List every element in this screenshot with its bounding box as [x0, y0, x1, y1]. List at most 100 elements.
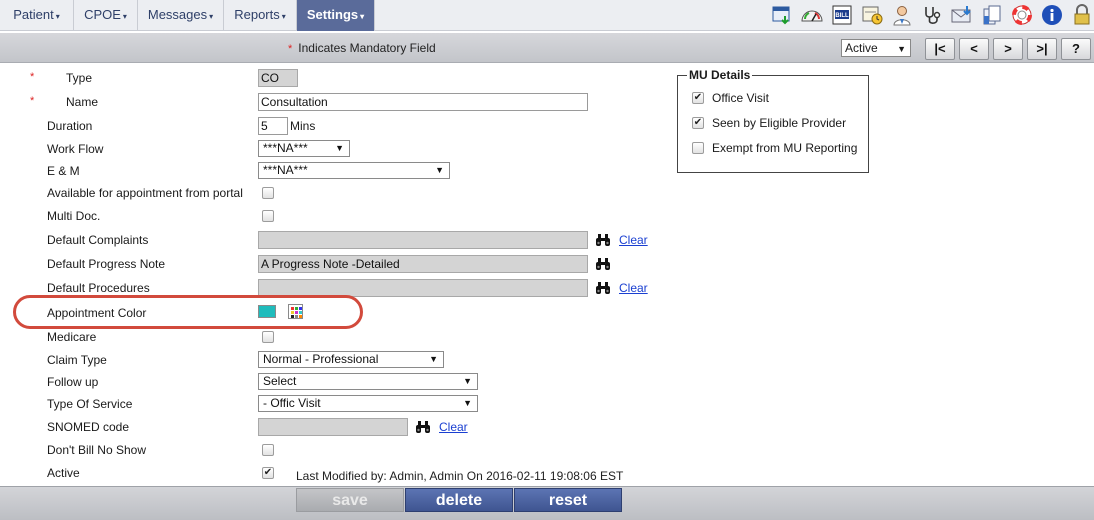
next-record-button[interactable]: >: [993, 38, 1023, 60]
complaints-field: [258, 231, 588, 249]
lock-icon[interactable]: [1070, 3, 1094, 27]
top-nav-bar: Patient ▾ CPOE ▾ Messages ▾ Reports ▾ Settin…: [0, 0, 1094, 31]
save-button[interactable]: save: [296, 488, 404, 512]
snomed-label: SNOMED code: [47, 420, 130, 434]
select-value: - Offic Visit: [263, 396, 321, 410]
first-record-button[interactable]: |<: [925, 38, 955, 60]
type-of-service-select[interactable]: - Offic Visit ▼: [258, 395, 478, 412]
chevron-down-icon: ▼: [435, 165, 444, 175]
claim-type-select[interactable]: Normal - Professional ▼: [258, 351, 444, 368]
procedures-clear-link[interactable]: Clear: [619, 281, 648, 295]
tab-label: Messages: [147, 7, 208, 22]
chevron-down-icon: ▼: [463, 376, 472, 386]
name-label: Name: [66, 95, 99, 109]
help-button[interactable]: ?: [1061, 38, 1091, 60]
record-toolbar: * Indicates Mandatory Field Active ▼ |< < …: [0, 33, 1094, 63]
dashboard-gauge-icon[interactable]: [800, 3, 824, 27]
type-field: CO: [258, 69, 298, 87]
workflow-label: Work Flow: [47, 142, 104, 156]
chevron-down-icon: ▼: [463, 398, 472, 408]
name-input[interactable]: Consultation: [258, 93, 588, 111]
select-value: ***NA***: [263, 141, 308, 155]
duration-input[interactable]: 5: [258, 117, 288, 135]
progress-note-field: A Progress Note -Detailed: [258, 255, 588, 273]
multidoc-checkbox[interactable]: [262, 210, 274, 222]
tab-reports[interactable]: Reports ▾: [224, 0, 297, 31]
office-visit-checkbox[interactable]: ✔: [692, 92, 704, 104]
complaints-label: Default Complaints: [47, 233, 149, 247]
highlight-annotation: [13, 295, 363, 329]
mandatory-note: * Indicates Mandatory Field: [288, 41, 436, 55]
complaints-clear-link[interactable]: Clear: [619, 233, 648, 247]
portal-checkbox[interactable]: [262, 187, 274, 199]
required-star: *: [30, 95, 35, 107]
binoculars-icon[interactable]: [595, 233, 611, 247]
delete-button[interactable]: delete: [405, 488, 513, 512]
workflow-select[interactable]: ***NA*** ▼: [258, 140, 350, 157]
required-star: *: [30, 71, 35, 83]
dont-bill-checkbox[interactable]: [262, 444, 274, 456]
mandatory-text: Indicates Mandatory Field: [298, 41, 436, 55]
last-modified-text: Last Modified by: Admin, Admin On 2016-0…: [296, 469, 624, 483]
tab-label: CPOE: [84, 7, 121, 22]
snomed-field: [258, 418, 408, 436]
select-value: Select: [263, 374, 297, 388]
doctor-user-icon[interactable]: [890, 3, 914, 27]
tab-messages[interactable]: Messages ▾: [138, 0, 224, 31]
eligible-provider-checkbox[interactable]: ✔: [692, 117, 704, 129]
tab-label: Reports: [234, 7, 280, 22]
chevron-down-icon: ▼: [897, 44, 906, 54]
documents-icon[interactable]: [980, 3, 1004, 27]
status-value: Active: [845, 41, 878, 55]
snomed-clear-link[interactable]: Clear: [439, 420, 468, 434]
required-star: *: [288, 43, 293, 55]
tab-cpoe[interactable]: CPOE ▾: [74, 0, 138, 31]
select-value: ***NA***: [263, 163, 308, 177]
stethoscope-icon[interactable]: [920, 3, 944, 27]
progress-note-label: Default Progress Note: [47, 257, 166, 271]
binoculars-icon[interactable]: [415, 420, 431, 434]
schedule-clock-icon[interactable]: [860, 3, 884, 27]
type-label: Type: [66, 71, 93, 85]
chevron-down-icon: ▾: [360, 12, 365, 21]
followup-label: Follow up: [47, 375, 99, 389]
binoculars-icon[interactable]: [595, 257, 611, 271]
eligible-provider-label: Seen by Eligible Provider: [712, 116, 847, 130]
tab-patient[interactable]: Patient ▾: [0, 0, 74, 31]
mail-download-icon[interactable]: [950, 3, 974, 27]
portal-label: Available for appointment from portal: [47, 186, 243, 200]
duration-label: Duration: [47, 119, 93, 133]
mu-details-title: MU Details: [687, 68, 753, 82]
chevron-down-icon: ▾: [281, 12, 286, 21]
followup-select[interactable]: Select ▼: [258, 373, 478, 390]
exempt-checkbox[interactable]: [692, 142, 704, 154]
exempt-label: Exempt from MU Reporting: [712, 141, 858, 155]
chevron-down-icon: ▾: [55, 12, 60, 21]
em-label: E & M: [47, 164, 80, 178]
duration-unit: Mins: [290, 119, 316, 133]
claim-type-label: Claim Type: [47, 353, 107, 367]
svg-text:BILL: BILL: [835, 13, 849, 19]
lifebuoy-help-icon[interactable]: [1010, 3, 1034, 27]
calendar-download-icon[interactable]: [770, 3, 794, 27]
multidoc-label: Multi Doc.: [47, 209, 101, 223]
previous-record-button[interactable]: <: [959, 38, 989, 60]
chevron-down-icon: ▼: [429, 354, 438, 364]
active-checkbox[interactable]: ✔: [262, 467, 274, 479]
tab-settings[interactable]: Settings ▾: [297, 0, 375, 31]
office-visit-label: Office Visit: [712, 91, 769, 105]
procedures-label: Default Procedures: [47, 281, 150, 295]
binoculars-icon[interactable]: [595, 281, 611, 295]
bill-icon[interactable]: BILL: [830, 3, 854, 27]
reset-button[interactable]: reset: [514, 488, 622, 512]
dont-bill-label: Don't Bill No Show: [47, 443, 146, 457]
last-record-button[interactable]: >|: [1027, 38, 1057, 60]
type-of-service-label: Type Of Service: [47, 397, 133, 411]
info-icon[interactable]: [1040, 3, 1064, 27]
active-label: Active: [47, 466, 80, 480]
em-select[interactable]: ***NA*** ▼: [258, 162, 450, 179]
tab-label: Patient: [13, 7, 54, 22]
status-select[interactable]: Active ▼: [841, 39, 911, 57]
chevron-down-icon: ▾: [209, 12, 214, 21]
medicare-checkbox[interactable]: [262, 331, 274, 343]
